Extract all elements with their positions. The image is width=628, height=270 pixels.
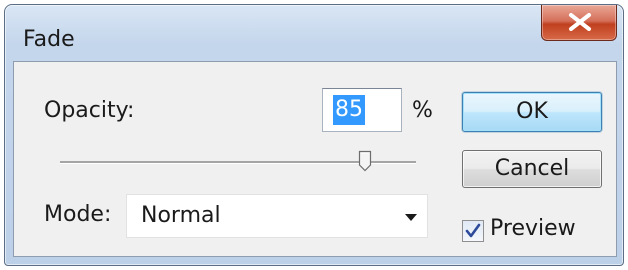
title-bar[interactable]: Fade xyxy=(5,5,623,57)
mode-select[interactable]: Normal xyxy=(126,194,428,238)
close-button[interactable] xyxy=(541,5,617,41)
mode-label: Mode: xyxy=(44,202,112,227)
mode-selected-value: Normal xyxy=(141,203,221,228)
dropdown-arrow-icon xyxy=(405,214,417,221)
window-title: Fade xyxy=(23,27,75,52)
cancel-button[interactable]: Cancel xyxy=(462,150,602,188)
opacity-value: 85 xyxy=(333,95,365,125)
preview-checkbox[interactable] xyxy=(462,220,484,242)
opacity-slider-thumb[interactable] xyxy=(358,150,372,172)
opacity-input[interactable]: 85 xyxy=(322,88,402,132)
close-icon xyxy=(569,13,591,31)
preview-label[interactable]: Preview xyxy=(490,216,576,241)
fade-dialog: Fade Opacity: 85 % Mode: Normal OK Cance… xyxy=(4,4,624,266)
ok-button[interactable]: OK xyxy=(462,92,602,132)
dialog-body: Opacity: 85 % Mode: Normal OK Cancel Pre xyxy=(13,61,617,257)
checkmark-icon xyxy=(465,223,481,238)
percent-unit-label: % xyxy=(412,98,433,123)
opacity-label: Opacity: xyxy=(44,98,135,123)
